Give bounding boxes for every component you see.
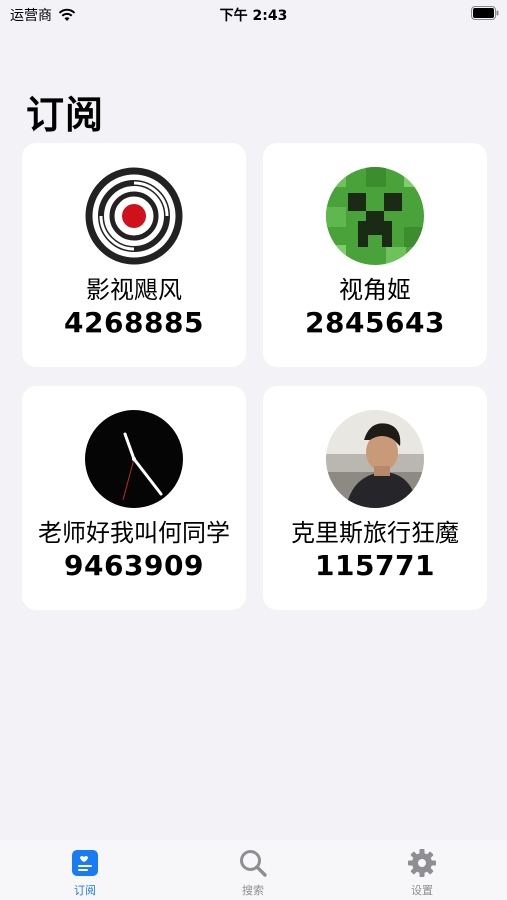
channel-name: 视角姬 <box>339 276 411 304</box>
subscription-grid: 影视飓风 4268885 视角姬 2845643 老师好我叫何同学 946390… <box>22 143 487 610</box>
pixel-creeper-face-icon <box>326 167 424 265</box>
subscriber-count: 4268885 <box>64 306 204 339</box>
battery-icon <box>471 6 499 20</box>
tab-settings[interactable]: 设置 <box>382 848 462 898</box>
tab-label: 订阅 <box>74 884 96 897</box>
gear-icon <box>408 849 436 877</box>
avatar <box>85 167 183 265</box>
tab-label: 设置 <box>411 884 433 897</box>
channel-name: 影视飓风 <box>86 276 182 304</box>
subscription-card[interactable]: 老师好我叫何同学 9463909 <box>22 386 246 610</box>
tab-label: 搜索 <box>242 884 264 897</box>
avatar <box>326 167 424 265</box>
subscription-icon <box>72 850 98 876</box>
status-bar: 运营商 下午 2:43 <box>0 0 507 28</box>
status-time: 下午 2:43 <box>219 8 288 24</box>
channel-name: 克里斯旅行狂魔 <box>291 519 459 547</box>
subscriber-count: 9463909 <box>64 549 204 582</box>
tab-search[interactable]: 搜索 <box>213 848 293 898</box>
clock-face-icon <box>85 410 183 508</box>
search-icon <box>240 850 267 877</box>
page-title: 订阅 <box>26 93 105 137</box>
subscriber-count: 115771 <box>315 549 435 582</box>
subscription-card[interactable]: 视角姬 2845643 <box>263 143 487 367</box>
red-aperture-logo-icon <box>85 167 183 265</box>
subscription-card[interactable]: 克里斯旅行狂魔 115771 <box>263 386 487 610</box>
avatar <box>85 410 183 508</box>
tab-subscriptions[interactable]: 订阅 <box>45 848 125 898</box>
avatar <box>326 410 424 508</box>
subscriber-count: 2845643 <box>305 306 445 339</box>
subscription-card[interactable]: 影视飓风 4268885 <box>22 143 246 367</box>
channel-name: 老师好我叫何同学 <box>38 519 230 547</box>
person-photo-icon <box>326 410 424 508</box>
